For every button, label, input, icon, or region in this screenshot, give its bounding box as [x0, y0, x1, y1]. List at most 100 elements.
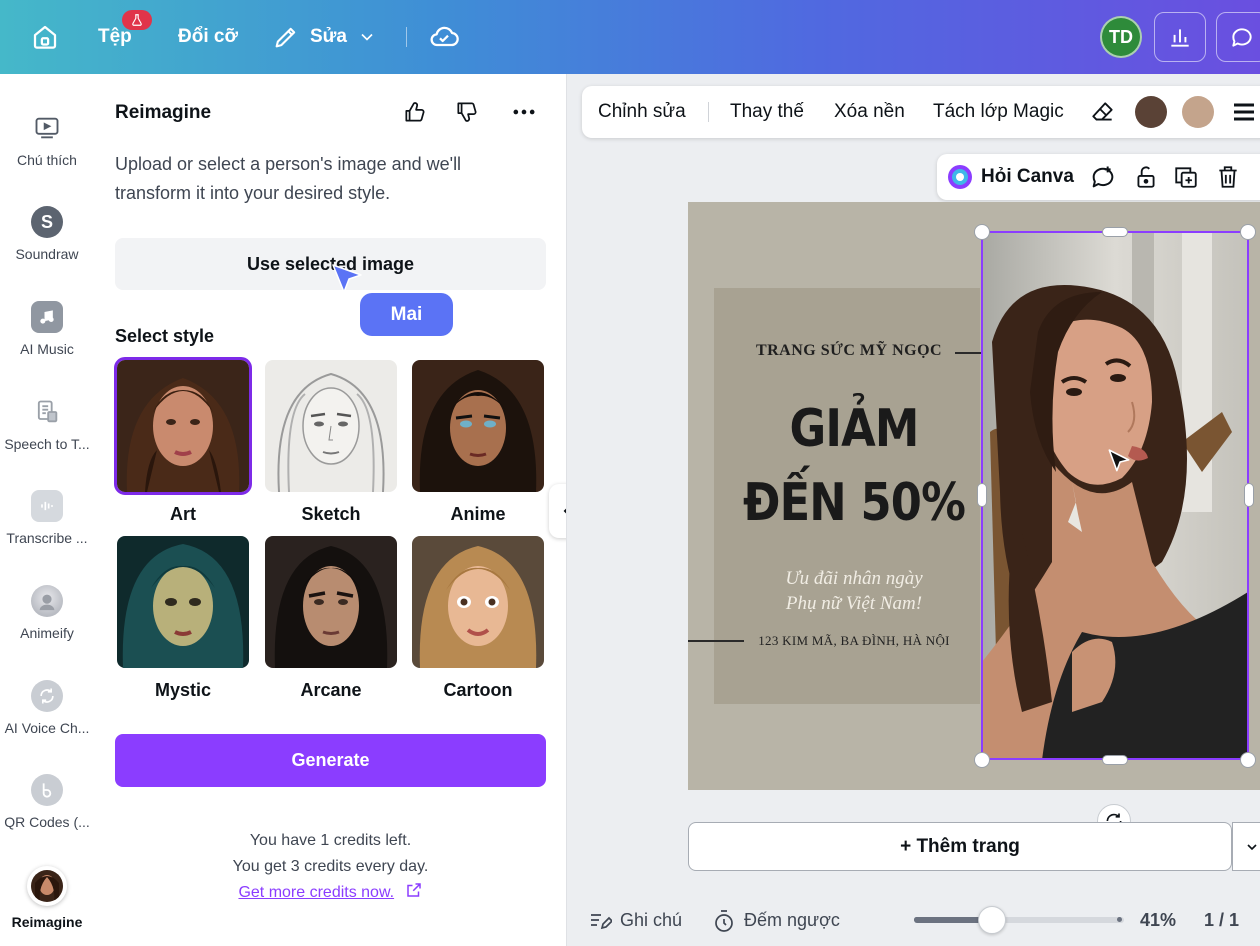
resize-menu[interactable]: Đổi cỡ [178, 0, 238, 74]
style-thumbnail [265, 360, 397, 492]
style-thumbnail [412, 536, 544, 668]
add-comment-button[interactable] [1089, 154, 1117, 200]
color-swatch-light[interactable] [1182, 96, 1214, 128]
panel-title: Reimagine [115, 102, 212, 123]
home-button[interactable] [30, 0, 60, 74]
rail-item-ai-music[interactable]: AI Music [0, 301, 94, 357]
thumbs-down-button[interactable] [454, 98, 480, 126]
collaborator-name-tag: Mai [360, 293, 453, 336]
resize-handle-bottom[interactable] [1102, 755, 1128, 765]
brand-text[interactable]: TRANG SỨC MỸ NGỌC [714, 342, 984, 360]
insights-button[interactable] [1154, 12, 1206, 62]
animeify-icon [31, 585, 63, 617]
replace-button[interactable]: Thay thế [730, 86, 804, 138]
home-icon [33, 25, 57, 49]
resize-handle-top-right[interactable] [1240, 224, 1256, 240]
lock-button[interactable] [1133, 154, 1159, 200]
headline-text[interactable]: GIẢM ĐẾN 50% [734, 392, 975, 540]
menu-lines-icon [1234, 103, 1254, 121]
soundraw-icon: S [31, 206, 63, 238]
duplicate-button[interactable] [1173, 154, 1199, 200]
more-menu-button[interactable] [1232, 86, 1256, 138]
style-option-cartoon[interactable]: Cartoon [412, 536, 544, 701]
address-text[interactable]: 123 KIM MÃ, BA ĐÌNH, HÀ NỘI [744, 633, 964, 649]
notes-button[interactable]: Ghi chú [588, 895, 682, 946]
style-thumbnail [412, 360, 544, 492]
notification-badge [122, 10, 152, 30]
zoom-slider[interactable] [914, 917, 1124, 923]
rail-item-transcribe[interactable]: Transcribe ... [0, 490, 94, 546]
resize-handle-top[interactable] [1102, 227, 1128, 237]
resize-handle-right[interactable] [1244, 483, 1254, 507]
decorative-line [688, 640, 744, 642]
edit-menu[interactable]: Sửa [272, 0, 377, 74]
resize-handle-top-left[interactable] [974, 224, 990, 240]
style-option-mystic[interactable]: Mystic [117, 536, 249, 701]
notes-icon [591, 913, 612, 929]
selection-frame [981, 231, 1249, 760]
add-page-options-button[interactable] [1232, 822, 1260, 871]
thumbs-up-icon [405, 102, 425, 122]
remove-background-button[interactable]: Xóa nền [834, 86, 905, 138]
app-rail: Chú thích S Soundraw AI Music Speech to … [0, 74, 94, 946]
context-toolbar: Chỉnh sửa Thay thế Xóa nền Tách lớp Magi… [582, 86, 1260, 138]
stopwatch-icon [715, 909, 733, 932]
captions-icon [31, 112, 63, 144]
timer-button[interactable]: Đếm ngược [712, 895, 840, 946]
comments-button[interactable] [1216, 12, 1260, 62]
get-more-credits-link[interactable]: Get more credits now. [238, 884, 394, 901]
collaborator-cursor-icon [330, 262, 364, 301]
rail-item-soundraw[interactable]: S Soundraw [0, 206, 94, 262]
flask-icon [132, 14, 142, 26]
thumbs-up-button[interactable] [402, 98, 428, 126]
rail-item-animeify[interactable]: Animeify [0, 585, 94, 641]
save-status[interactable] [428, 0, 460, 74]
more-dots-icon [513, 109, 535, 115]
rail-item-speech-to-text[interactable]: Speech to T... [0, 396, 94, 452]
rail-item-reimagine[interactable]: Reimagine [0, 866, 94, 930]
reimagine-icon [27, 866, 67, 906]
page-count[interactable]: 1 / 1 [1204, 895, 1239, 946]
style-option-anime[interactable]: Anime [412, 360, 544, 525]
external-link-icon [406, 883, 421, 897]
style-option-arcane[interactable]: Arcane [265, 536, 397, 701]
pencil-icon [275, 27, 296, 48]
style-option-sketch[interactable]: Sketch [265, 360, 397, 525]
resize-handle-left[interactable] [977, 483, 987, 507]
magic-layers-button[interactable]: Tách lớp Magic [933, 86, 1064, 138]
generate-button[interactable]: Generate [115, 734, 546, 787]
eraser-button[interactable] [1090, 86, 1116, 138]
zoom-tick [1117, 917, 1122, 922]
voice-changer-icon [31, 680, 63, 712]
style-thumbnail [117, 536, 249, 668]
top-bar: Tệp Đổi cỡ Sửa TD [0, 0, 1260, 74]
zoom-tick [914, 917, 919, 922]
duplicate-icon [1175, 167, 1197, 188]
trash-icon [1219, 166, 1237, 188]
bar-chart-icon [1171, 29, 1189, 47]
rail-item-voice-changer[interactable]: AI Voice Ch... [0, 680, 94, 736]
style-option-art[interactable]: Art [114, 357, 252, 525]
style-thumbnail [114, 357, 252, 495]
color-swatch-dark[interactable] [1135, 96, 1167, 128]
eraser-icon [1092, 102, 1113, 121]
credits-info: You have 1 credits left. You get 3 credi… [232, 832, 429, 901]
add-page-button[interactable]: + Thêm trang [688, 822, 1232, 871]
user-avatar[interactable]: TD [1100, 16, 1142, 58]
promo-text[interactable]: Ưu đãi nhân ngày Phụ nữ Việt Nam! [714, 566, 994, 616]
resize-handle-bottom-left[interactable] [974, 752, 990, 768]
divider [708, 102, 709, 122]
zoom-slider-knob[interactable] [978, 906, 1006, 934]
cloud-check-icon [430, 26, 459, 47]
qr-code-icon [31, 774, 63, 806]
resize-handle-bottom-right[interactable] [1240, 752, 1256, 768]
rail-item-captions[interactable]: Chú thích [0, 112, 94, 168]
more-options-button[interactable] [510, 98, 538, 126]
rail-item-qr-codes[interactable]: QR Codes (... [0, 774, 94, 830]
chevron-down-icon [1247, 843, 1257, 850]
edit-image-button[interactable]: Chỉnh sửa [598, 86, 686, 138]
ask-canva-button[interactable]: Hỏi Canva [947, 154, 1074, 200]
zoom-level[interactable]: 41% [1140, 895, 1176, 946]
delete-button[interactable] [1215, 154, 1241, 200]
divider [406, 27, 407, 47]
